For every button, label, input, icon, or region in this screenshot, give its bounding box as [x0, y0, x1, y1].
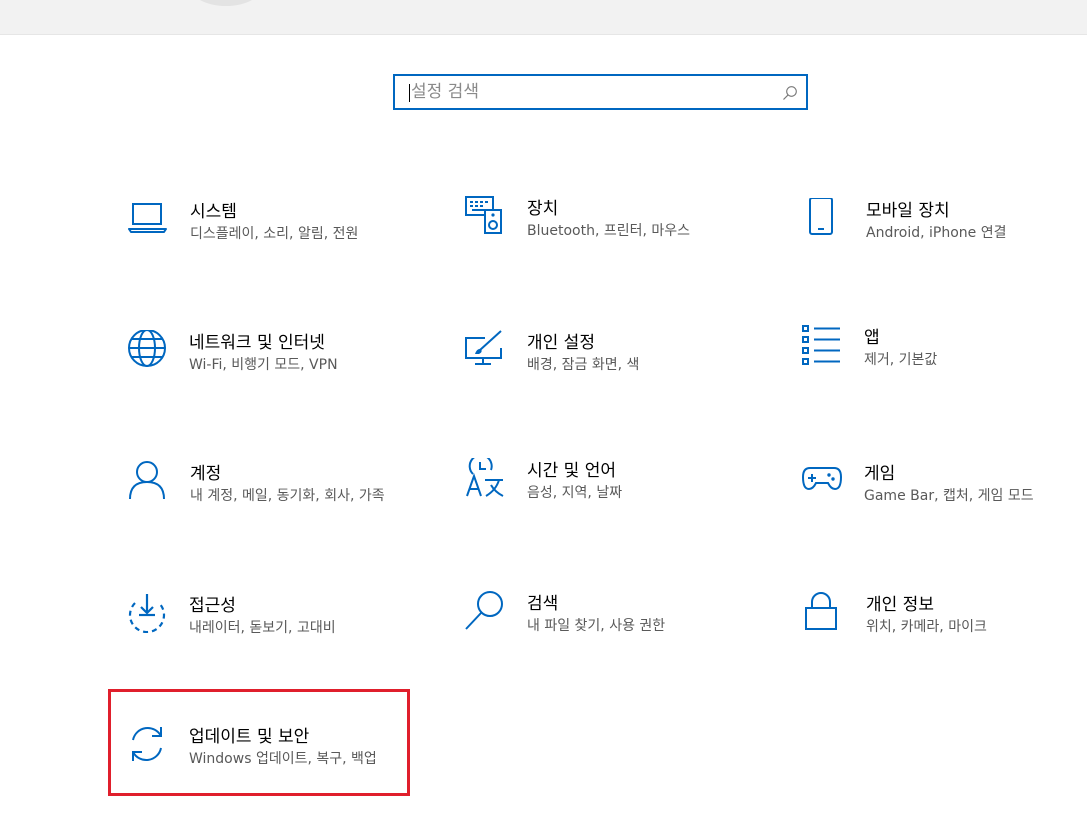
gamepad-icon: [802, 461, 842, 501]
tile-title: 모바일 장치: [866, 201, 950, 221]
tile-subtitle: 내 파일 찾기, 사용 권한: [527, 618, 666, 634]
tile-title: 네트워크 및 인터넷: [189, 333, 325, 353]
accessibility-icon: [127, 593, 167, 633]
person-icon: [128, 461, 168, 501]
apps-list-icon: [802, 325, 842, 365]
lock-icon: [804, 592, 844, 632]
tile-subtitle: Bluetooth, 프린터, 마우스: [527, 223, 691, 239]
globe-icon: [127, 330, 167, 370]
tile-subtitle: Windows 업데이트, 복구, 백업: [189, 751, 377, 767]
tile-title: 시스템: [190, 202, 237, 222]
tile-search[interactable]: 검색 내 파일 찾기, 사용 권한: [465, 591, 765, 681]
tile-title: 장치: [527, 199, 559, 219]
tile-title: 개인 설정: [527, 333, 595, 353]
search-box[interactable]: [393, 74, 808, 110]
phone-icon: [804, 198, 844, 238]
tile-accessibility[interactable]: 접근성 내레이터, 돋보기, 고대비: [127, 593, 427, 683]
tile-subtitle: Wi-Fi, 비행기 모드, VPN: [189, 357, 338, 373]
time-language-icon: [465, 458, 505, 498]
tile-title: 시간 및 언어: [527, 461, 617, 481]
search-input[interactable]: [411, 76, 771, 108]
tile-system[interactable]: 시스템 디스플레이, 소리, 알림, 전원: [128, 199, 428, 289]
tile-subtitle: Game Bar, 캡처, 게임 모드: [864, 488, 1034, 504]
tile-subtitle: Android, iPhone 연결: [866, 225, 1007, 241]
tile-subtitle: 제거, 기본값: [864, 352, 938, 368]
tile-title: 업데이트 및 보안: [189, 727, 310, 747]
tile-gaming[interactable]: 게임 Game Bar, 캡처, 게임 모드: [802, 461, 1087, 551]
avatar[interactable]: [188, 0, 264, 6]
tile-subtitle: 내 계정, 메일, 동기화, 회사, 가족: [190, 488, 385, 504]
tile-title: 계정: [190, 464, 222, 484]
tile-subtitle: 배경, 잠금 화면, 색: [527, 357, 640, 373]
tile-time-language[interactable]: 시간 및 언어 음성, 지역, 날짜: [465, 458, 765, 548]
sync-icon: [127, 724, 167, 764]
tile-title: 접근성: [189, 596, 236, 616]
header-band: [0, 0, 1087, 35]
text-caret: [409, 84, 410, 102]
tile-accounts[interactable]: 계정 내 계정, 메일, 동기화, 회사, 가족: [128, 461, 428, 551]
tile-title: 게임: [864, 464, 896, 484]
tile-network[interactable]: 네트워크 및 인터넷 Wi-Fi, 비행기 모드, VPN: [127, 330, 427, 420]
tile-subtitle: 음성, 지역, 날짜: [527, 485, 623, 501]
tile-personalization[interactable]: 개인 설정 배경, 잠금 화면, 색: [465, 330, 765, 420]
tile-title: 앱: [864, 328, 880, 348]
tile-update-security[interactable]: 업데이트 및 보안 Windows 업데이트, 복구, 백업: [127, 724, 427, 814]
search-icon[interactable]: [782, 85, 798, 101]
tile-mobile-devices[interactable]: 모바일 장치 Android, iPhone 연결: [804, 198, 1087, 288]
tile-apps[interactable]: 앱 제거, 기본값: [802, 325, 1087, 415]
tile-privacy[interactable]: 개인 정보 위치, 카메라, 마이크: [804, 592, 1087, 682]
tile-subtitle: 위치, 카메라, 마이크: [866, 619, 987, 635]
devices-icon: [465, 196, 505, 236]
search-icon: [465, 591, 505, 631]
tile-subtitle: 디스플레이, 소리, 알림, 전원: [190, 226, 359, 242]
tile-devices[interactable]: 장치 Bluetooth, 프린터, 마우스: [465, 196, 765, 286]
tile-title: 검색: [527, 594, 559, 614]
personalization-icon: [465, 330, 505, 370]
tile-title: 개인 정보: [866, 595, 934, 615]
tile-subtitle: 내레이터, 돋보기, 고대비: [189, 620, 336, 636]
laptop-icon: [128, 199, 168, 239]
